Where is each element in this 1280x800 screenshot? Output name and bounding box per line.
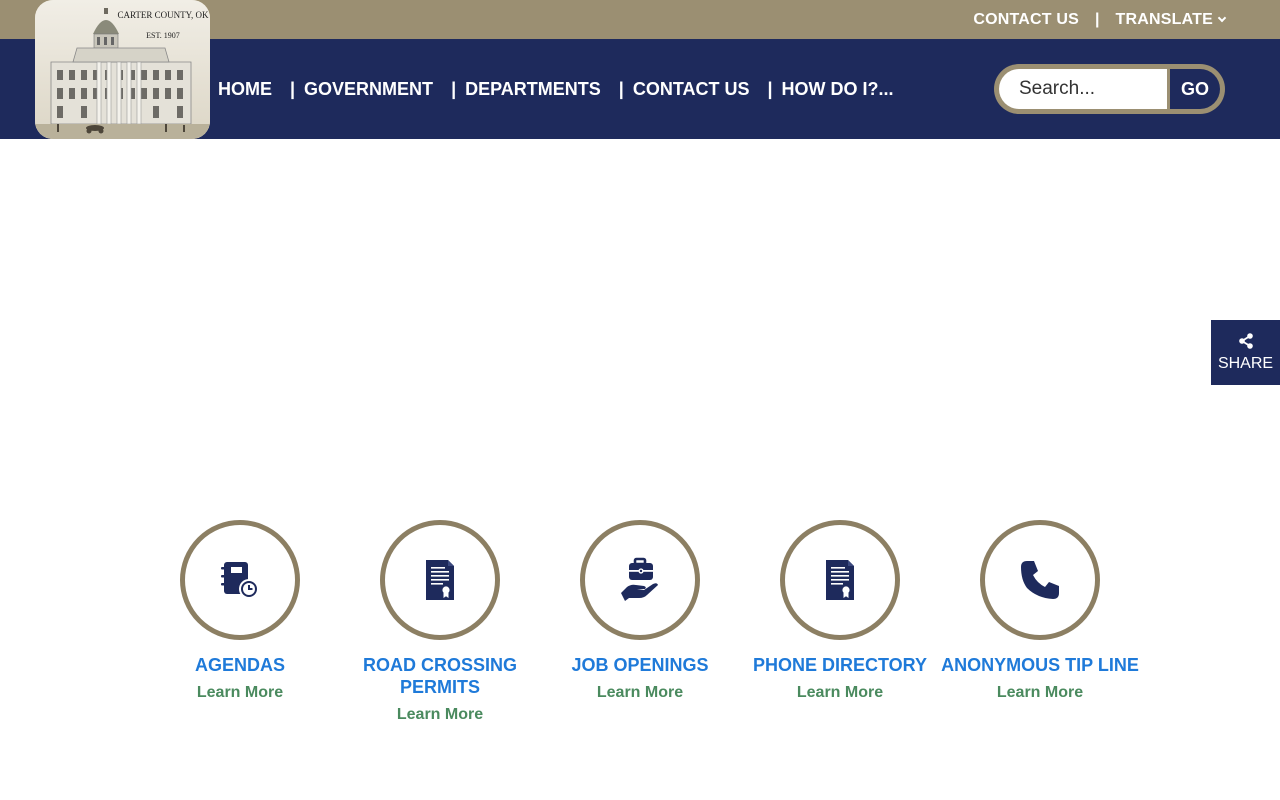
translate-dropdown[interactable]: TRANSLATE <box>1115 10 1227 29</box>
chevron-down-icon <box>1217 13 1227 22</box>
nav-contact-us[interactable]: CONTACT US <box>633 79 750 100</box>
nav-separator: | <box>290 78 296 99</box>
quick-link-agendas[interactable]: AGENDAS Learn More <box>140 520 340 724</box>
courthouse-image: CARTER COUNTY, OK EST. 1907 <box>35 0 210 139</box>
quick-link-title: ANONYMOUS TIP LINE <box>941 655 1139 675</box>
quick-link-title: AGENDAS <box>194 655 285 675</box>
quick-link-circle <box>180 520 300 640</box>
nav-separator: | <box>767 78 773 99</box>
logo-line2: EST. 1907 <box>146 31 180 40</box>
learn-more-link[interactable]: Learn More <box>797 684 883 702</box>
agenda-clock-icon <box>221 562 259 599</box>
county-logo[interactable]: CARTER COUNTY, OK EST. 1907 <box>35 0 210 139</box>
quick-link-road-crossing-permits[interactable]: ROAD CROSSING PERMITS Learn More <box>340 520 540 724</box>
certificate-document-icon <box>826 560 854 600</box>
utility-links: CONTACT US | TRANSLATE <box>973 0 1227 39</box>
nav-separator: | <box>618 78 624 99</box>
learn-more-link[interactable]: Learn More <box>397 706 483 724</box>
quick-link-phone-directory[interactable]: PHONE DIRECTORY Learn More <box>740 520 940 724</box>
quick-link-title: ROAD CROSSING PERMITS <box>362 655 517 697</box>
nav-home[interactable]: HOME <box>218 79 272 100</box>
utility-separator: | <box>1095 10 1100 28</box>
quick-link-job-openings[interactable]: JOB OPENINGS Learn More <box>540 520 740 724</box>
main-nav: HOME | GOVERNMENT | DEPARTMENTS | CONTAC… <box>218 39 894 139</box>
logo-line1: CARTER COUNTY, OK <box>117 10 209 20</box>
quick-link-circle <box>780 520 900 640</box>
briefcase-hand-icon <box>621 557 658 601</box>
search-input[interactable] <box>999 69 1167 109</box>
translate-label: TRANSLATE <box>1115 10 1213 28</box>
nav-separator: | <box>451 78 457 99</box>
nav-departments[interactable]: DEPARTMENTS <box>465 79 601 100</box>
quick-links: AGENDAS Learn More ROAD CROSSING PERMITS… <box>140 520 1140 724</box>
share-icon <box>1238 332 1253 349</box>
certificate-document-icon <box>426 560 454 600</box>
quick-link-anonymous-tip-line[interactable]: ANONYMOUS TIP LINE Learn More <box>940 520 1140 724</box>
search-box: GO <box>994 64 1225 114</box>
share-label: SHARE <box>1217 354 1274 372</box>
quick-link-circle <box>980 520 1100 640</box>
quick-link-circle <box>580 520 700 640</box>
share-button[interactable]: SHARE <box>1211 320 1280 385</box>
quick-link-title: JOB OPENINGS <box>571 655 709 675</box>
nav-government[interactable]: GOVERNMENT <box>304 79 433 100</box>
phone-icon <box>1021 561 1059 599</box>
learn-more-link[interactable]: Learn More <box>597 684 683 702</box>
quick-link-circle <box>380 520 500 640</box>
quick-link-title: PHONE DIRECTORY <box>752 655 928 675</box>
search-go-button[interactable]: GO <box>1170 69 1220 109</box>
learn-more-link[interactable]: Learn More <box>997 684 1083 702</box>
learn-more-link[interactable]: Learn More <box>197 684 283 702</box>
nav-how-do-i[interactable]: HOW DO I?... <box>782 79 894 100</box>
utility-contact-link[interactable]: CONTACT US <box>973 11 1079 29</box>
